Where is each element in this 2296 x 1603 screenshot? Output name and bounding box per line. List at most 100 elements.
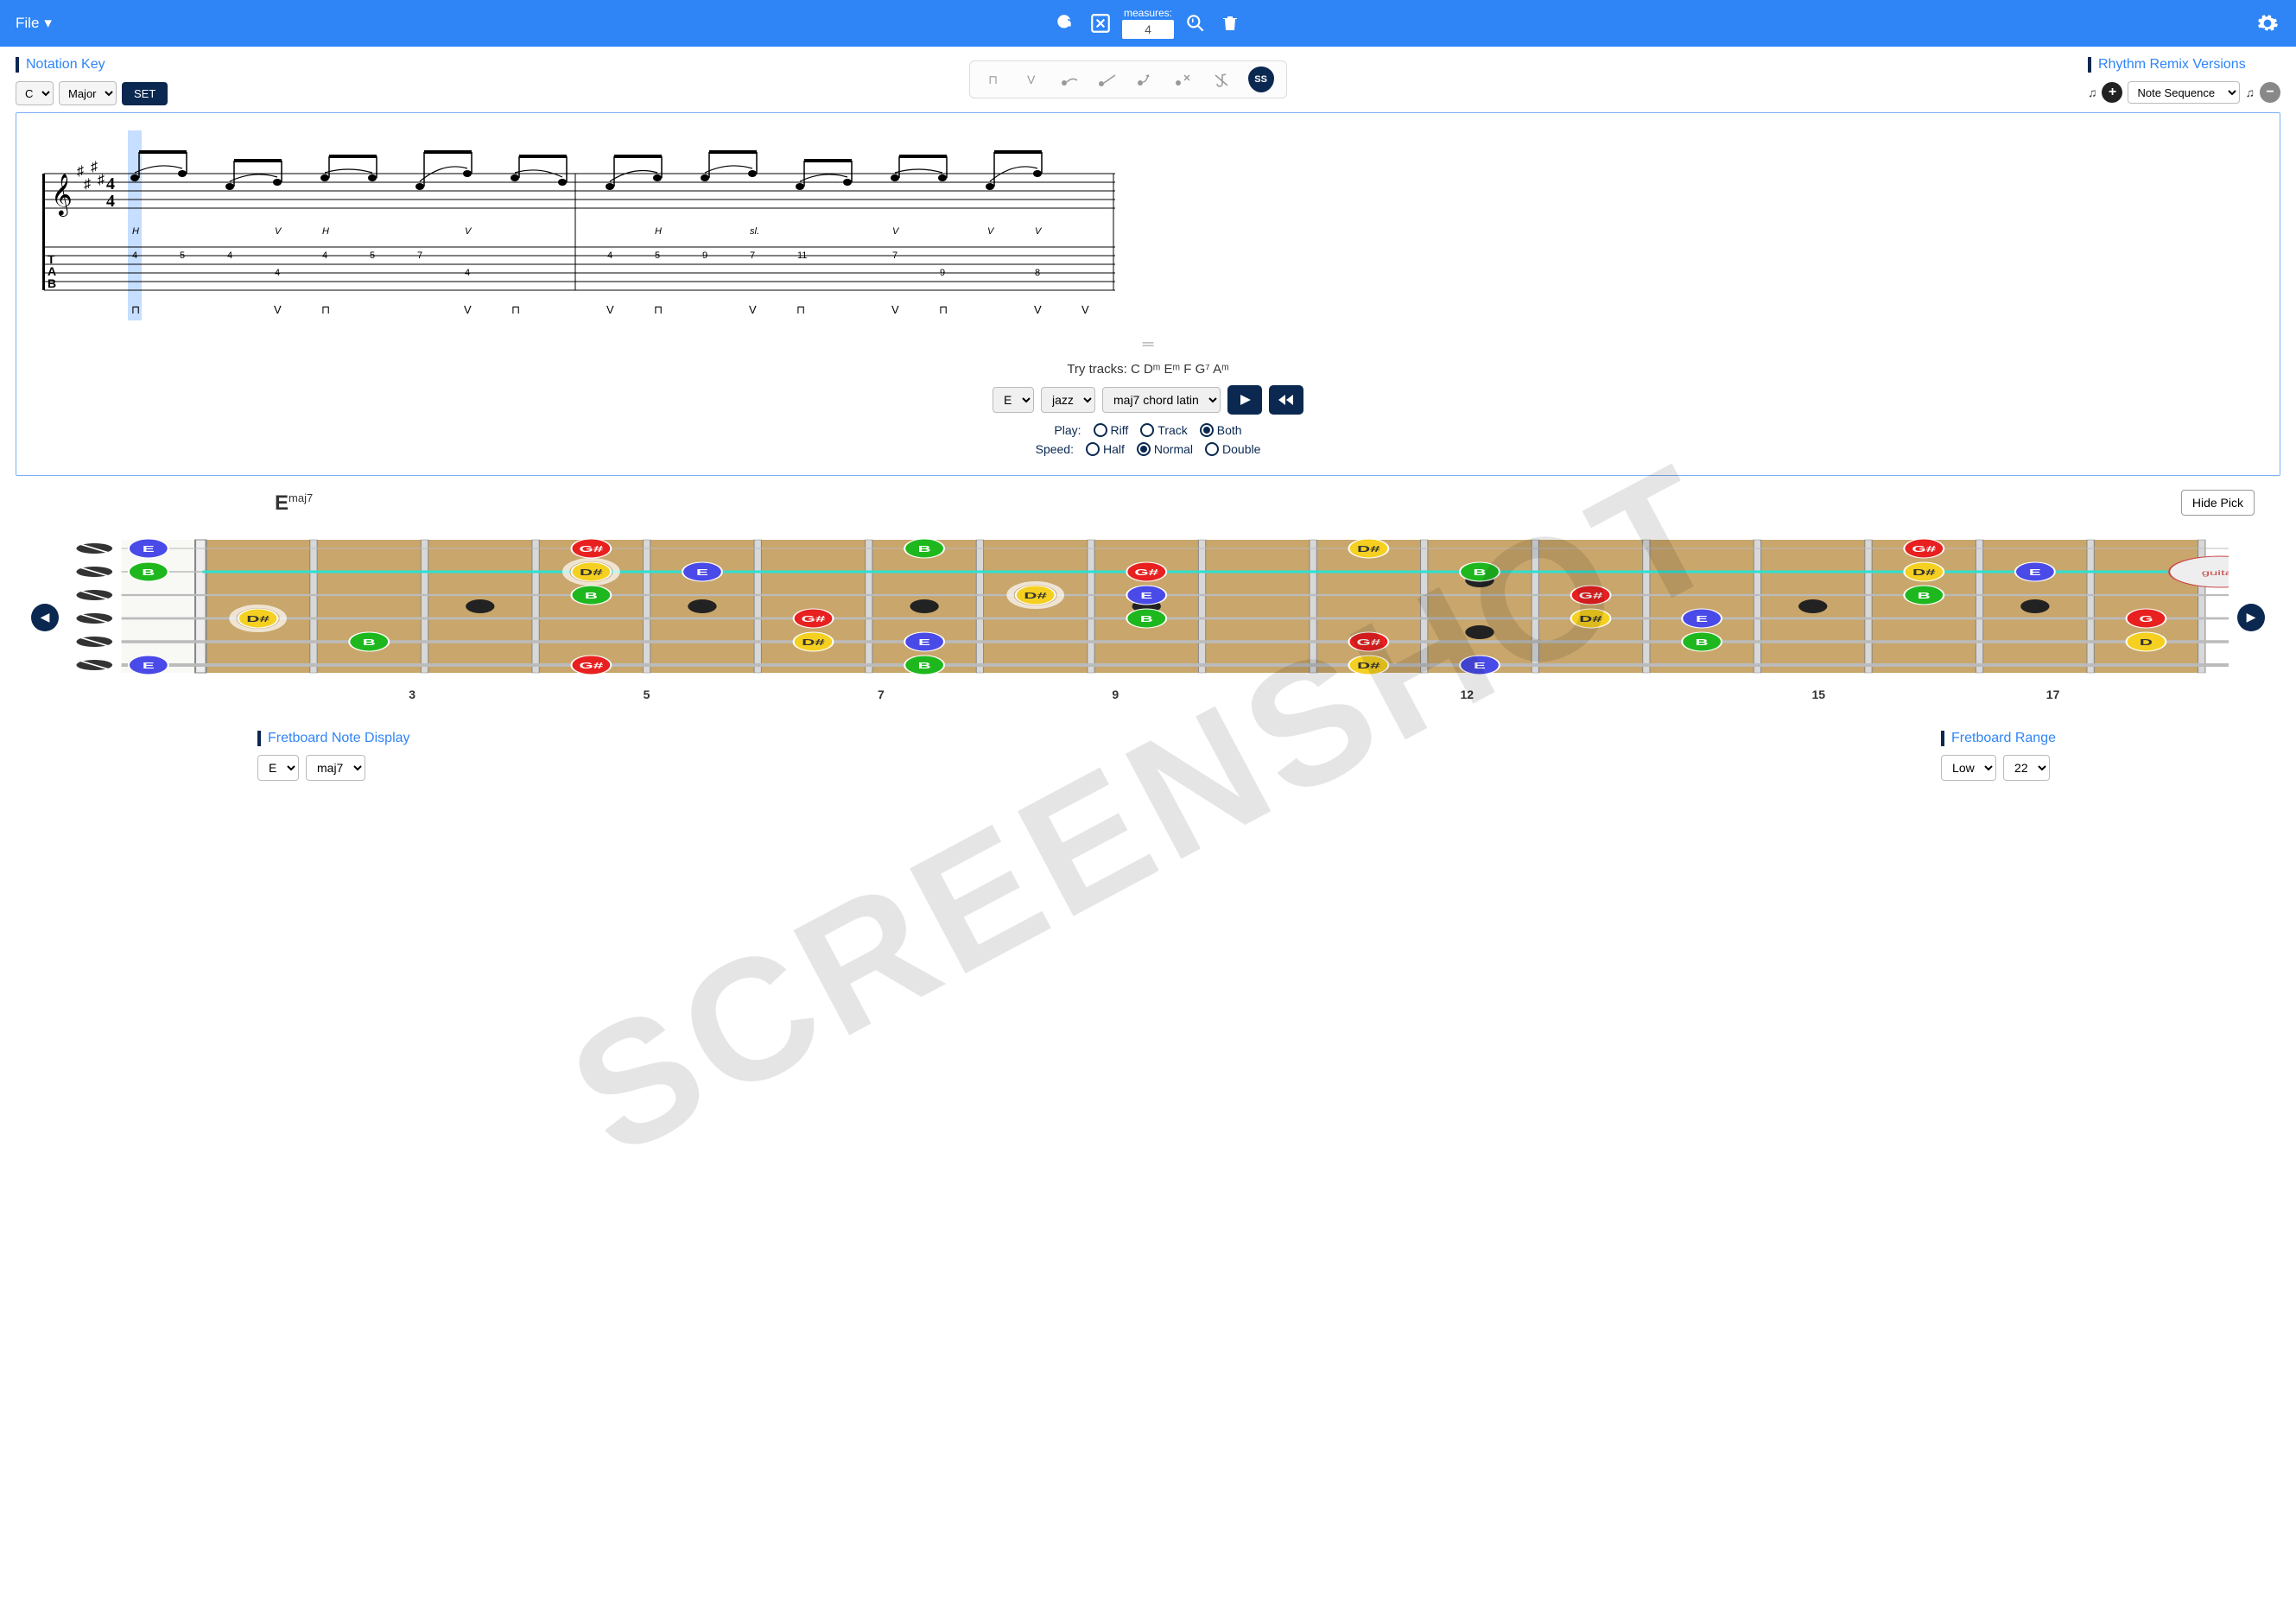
radio-both[interactable]: Both — [1200, 423, 1242, 437]
brain-icon[interactable] — [1053, 10, 1079, 36]
svg-text:9: 9 — [702, 250, 707, 261]
svg-text:E: E — [1696, 614, 1708, 624]
downstroke-icon[interactable]: ⊓ — [982, 68, 1005, 91]
ss-pick-icon[interactable]: SS — [1248, 67, 1274, 92]
radio-half[interactable]: Half — [1086, 442, 1125, 456]
fret-numbers: 3579121517 — [67, 687, 2229, 701]
svg-text:B: B — [1473, 567, 1486, 577]
svg-text:5: 5 — [370, 250, 375, 261]
staff-notation-area: 𝄞 ♯♯♯♯ 4 4 T A B HVHVHsl.VVVsl. 45444574… — [16, 112, 2280, 476]
notation-key-title: Notation Key — [16, 57, 168, 73]
resize-handle[interactable]: ═ — [27, 335, 2269, 353]
svg-text:E: E — [2029, 567, 2041, 577]
trash-icon[interactable] — [1217, 10, 1243, 36]
chevron-down-icon: ▾ — [44, 15, 52, 32]
svg-text:♯: ♯ — [98, 173, 105, 187]
fretboard-section: ◀ EBG#D#EEBG#D#BG#EG#D#BEBD#G#EBD#G#D#BE… — [31, 533, 2265, 701]
settings-icon[interactable] — [2255, 10, 2280, 36]
svg-text:⊓: ⊓ — [321, 303, 330, 316]
playback-section: Try tracks: C Dᵐ Eᵐ F G⁷ Aᵐ E jazz maj7 … — [27, 362, 2269, 456]
notation-key-section: Notation Key C Major SET — [16, 57, 168, 105]
fretboard-prev-button[interactable]: ◀ — [31, 604, 59, 631]
notes-icon-2: ♫ — [2245, 86, 2255, 99]
svg-text:V: V — [464, 303, 472, 316]
fretboard-frets-select[interactable]: 22 — [2003, 755, 2050, 781]
chord-label: Emaj7 — [275, 491, 2280, 516]
play-button[interactable] — [1227, 385, 1262, 415]
svg-text:B: B — [1140, 614, 1153, 624]
add-remix-button[interactable]: + — [2102, 82, 2122, 103]
svg-text:⊓: ⊓ — [131, 303, 140, 316]
svg-text:V: V — [1035, 226, 1043, 237]
fretboard[interactable]: EBG#D#EEBG#D#BG#EG#D#BEBD#G#EBD#G#D#BEG#… — [67, 533, 2229, 701]
svg-text:B: B — [1918, 591, 1931, 600]
svg-text:B: B — [918, 661, 931, 670]
svg-text:H: H — [132, 226, 139, 237]
svg-text:4: 4 — [106, 174, 115, 193]
notation-mode-select[interactable]: Major — [59, 81, 117, 105]
svg-text:B: B — [918, 544, 931, 554]
svg-text:G#: G# — [802, 614, 826, 624]
svg-text:B: B — [48, 276, 56, 290]
fretboard-note-display-section: Fretboard Note Display E maj7 — [257, 731, 410, 781]
svg-text:G#: G# — [1357, 637, 1381, 647]
file-label: File — [16, 15, 39, 32]
svg-text:V: V — [606, 303, 614, 316]
svg-text:E: E — [1474, 661, 1486, 670]
remove-remix-button[interactable]: − — [2260, 82, 2280, 103]
mute-icon[interactable] — [1172, 68, 1195, 91]
rewind-button[interactable] — [1269, 385, 1303, 415]
svg-text:sl.: sl. — [750, 226, 759, 237]
fretboard-position-select[interactable]: Low — [1941, 755, 1996, 781]
upstroke-icon[interactable]: V — [1020, 68, 1043, 91]
playback-chord-select[interactable]: maj7 chord latin — [1102, 387, 1221, 413]
svg-text:G#: G# — [579, 661, 603, 670]
fretboard-key-select[interactable]: E — [257, 755, 299, 781]
svg-text:5: 5 — [655, 250, 660, 261]
fretboard-quality-select[interactable]: maj7 — [306, 755, 365, 781]
svg-text:11: 11 — [797, 250, 807, 261]
svg-text:B: B — [585, 591, 598, 600]
hide-pick-button[interactable]: Hide Pick — [2181, 490, 2255, 516]
music-search-icon[interactable] — [1183, 10, 1208, 36]
svg-text:⊓: ⊓ — [654, 303, 663, 316]
svg-text:B: B — [1696, 637, 1709, 647]
try-tracks-label: Try tracks: C Dᵐ Eᵐ F G⁷ Aᵐ — [27, 362, 2269, 377]
svg-text:4: 4 — [607, 250, 612, 261]
svg-text:G#: G# — [1912, 544, 1936, 554]
svg-text:E: E — [918, 637, 930, 647]
file-menu[interactable]: File ▾ — [16, 15, 52, 32]
svg-text:♯: ♯ — [77, 164, 84, 179]
svg-text:V: V — [892, 226, 900, 237]
fretboard-next-button[interactable]: ▶ — [2237, 604, 2265, 631]
riff-generator-icon[interactable] — [1088, 10, 1113, 36]
rhythm-remix-title: Rhythm Remix Versions — [2088, 57, 2280, 73]
radio-normal[interactable]: Normal — [1137, 442, 1193, 456]
svg-text:D#: D# — [580, 567, 603, 577]
delete-note-icon[interactable] — [1210, 68, 1233, 91]
remix-sequence-select[interactable]: Note Sequence — [2128, 81, 2240, 104]
speed-radios: Speed: Half Normal Double — [27, 442, 2269, 456]
staff-svg: 𝄞 ♯♯♯♯ 4 4 T A B HVHVHsl.VVVsl. 45444574… — [27, 130, 1124, 329]
playback-style-select[interactable]: jazz — [1041, 387, 1095, 413]
hammer-icon[interactable] — [1058, 68, 1081, 91]
bend-icon[interactable] — [1134, 68, 1157, 91]
svg-text:7: 7 — [750, 250, 755, 261]
svg-text:G#: G# — [1579, 591, 1603, 600]
playback-key-select[interactable]: E — [993, 387, 1034, 413]
radio-riff[interactable]: Riff — [1094, 423, 1129, 437]
set-button[interactable]: SET — [122, 82, 168, 105]
svg-text:G#: G# — [1134, 567, 1158, 577]
svg-text:V: V — [1034, 303, 1042, 316]
notation-key-select[interactable]: C — [16, 81, 54, 105]
svg-text:D#: D# — [246, 614, 270, 624]
slide-icon[interactable] — [1096, 68, 1119, 91]
rhythm-remix-section: Rhythm Remix Versions ♫ + Note Sequence … — [2088, 57, 2280, 104]
measures-label: measures: — [1124, 8, 1172, 18]
fretboard-range-title: Fretboard Range — [1941, 731, 2056, 746]
svg-text:E: E — [1140, 591, 1152, 600]
svg-text:H: H — [655, 226, 662, 237]
radio-double[interactable]: Double — [1205, 442, 1260, 456]
radio-track[interactable]: Track — [1140, 423, 1187, 437]
measures-input[interactable] — [1122, 20, 1174, 39]
